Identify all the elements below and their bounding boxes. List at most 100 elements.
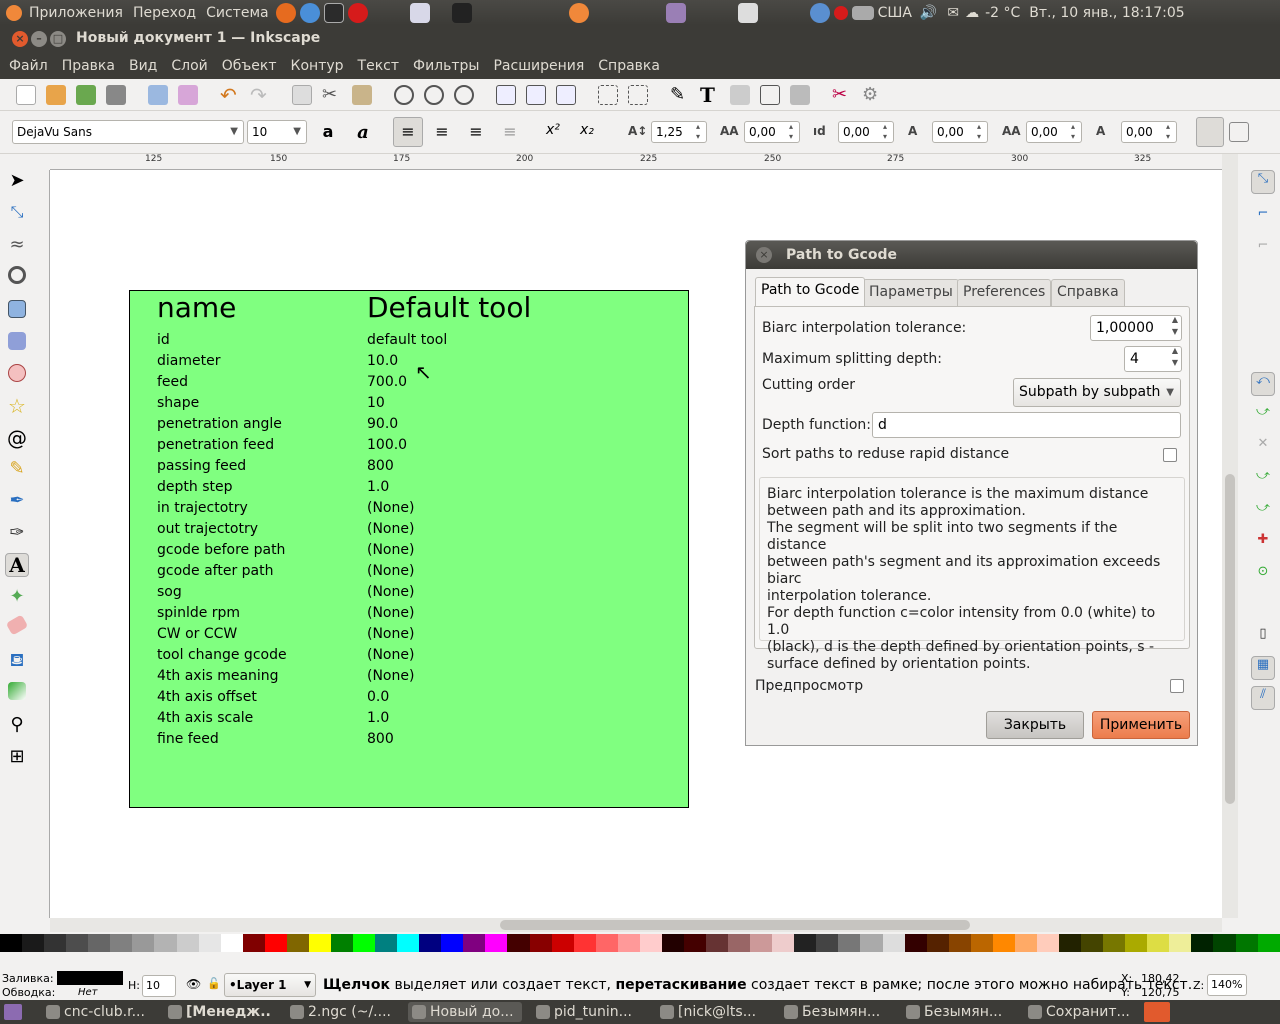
- menu-system[interactable]: Система: [201, 5, 273, 21]
- opera-tray-icon[interactable]: [833, 5, 848, 20]
- menu-filters[interactable]: Фильтры: [406, 58, 486, 74]
- snap-page-icon[interactable]: ▯: [1251, 626, 1275, 650]
- zoom-spin[interactable]: 140%: [1207, 974, 1247, 996]
- param-key[interactable]: shape: [157, 395, 199, 411]
- menu-help[interactable]: Справка: [591, 58, 667, 74]
- italic-icon[interactable]: a: [353, 122, 373, 143]
- param-value[interactable]: (None): [367, 542, 414, 558]
- menu-text[interactable]: Текст: [351, 58, 406, 74]
- rect-tool-icon[interactable]: [8, 300, 26, 318]
- split-depth-spin[interactable]: 4 ▲ ▼: [1124, 346, 1182, 372]
- horizontal-ruler[interactable]: 125 150 175 200 225 250 275 300 325: [50, 154, 1222, 170]
- maximize-window-icon[interactable]: □: [50, 31, 66, 47]
- volume-icon[interactable]: 🔊: [914, 5, 943, 21]
- dialog-titlebar[interactable]: Path to Gcode: [746, 241, 1197, 269]
- param-value[interactable]: 1.0: [367, 479, 389, 495]
- cut-icon[interactable]: ✂: [322, 85, 342, 105]
- superscript-icon[interactable]: x²: [546, 122, 566, 142]
- palette-swatch[interactable]: [463, 934, 486, 952]
- palette-swatch[interactable]: [1213, 934, 1236, 952]
- palette-swatch[interactable]: [970, 934, 993, 952]
- task-ngc[interactable]: 2.ngc (~/....: [286, 1002, 394, 1022]
- menu-places[interactable]: Переход: [128, 5, 201, 21]
- palette-swatch[interactable]: [485, 934, 508, 952]
- fill-stroke-icon[interactable]: ✎: [670, 85, 690, 105]
- palette-swatch[interactable]: [639, 934, 662, 952]
- lock-icon[interactable]: 🔓: [207, 977, 221, 990]
- palette-swatch[interactable]: [1103, 934, 1126, 952]
- spin-arrows-icon[interactable]: ▲ ▼: [1172, 345, 1178, 369]
- palette-swatch[interactable]: [397, 934, 420, 952]
- palette-swatch[interactable]: [948, 934, 971, 952]
- open-icon[interactable]: [46, 85, 66, 105]
- screenshot-icon[interactable]: [737, 2, 758, 23]
- tab-preferences[interactable]: Preferences: [957, 279, 1052, 306]
- kerning-spin[interactable]: 0,00: [932, 121, 988, 143]
- copy-icon[interactable]: [292, 85, 312, 105]
- snap-rotation-center-icon[interactable]: ⊙: [1251, 564, 1275, 588]
- align-distribute-icon[interactable]: [790, 85, 810, 105]
- font-size-combo[interactable]: 10 ▼: [247, 120, 307, 144]
- param-value[interactable]: (None): [367, 668, 414, 684]
- param-key[interactable]: 4th axis offset: [157, 689, 257, 705]
- align-left-icon[interactable]: ≡: [393, 117, 423, 147]
- param-key[interactable]: gcode after path: [157, 563, 274, 579]
- group-icon[interactable]: [598, 85, 618, 105]
- param-key[interactable]: tool change gcode: [157, 647, 287, 663]
- palette-swatch[interactable]: [176, 934, 199, 952]
- vertical-scrollbar[interactable]: [1222, 154, 1238, 918]
- param-key[interactable]: 4th axis scale: [157, 710, 253, 726]
- param-key[interactable]: passing feed: [157, 458, 246, 474]
- pen-tool-icon[interactable]: ✒: [5, 490, 29, 514]
- close-window-icon[interactable]: ×: [12, 31, 28, 47]
- palette-swatch[interactable]: [1081, 934, 1104, 952]
- palette-swatch[interactable]: [904, 934, 927, 952]
- param-value[interactable]: 10: [367, 395, 385, 411]
- snap-path-icon[interactable]: ⤻: [1251, 404, 1275, 428]
- word-spacing-spin[interactable]: 0,00: [838, 121, 894, 143]
- param-value[interactable]: (None): [367, 626, 414, 642]
- align-center-icon[interactable]: ≡: [432, 122, 452, 142]
- layer-select[interactable]: •Layer 1 ▼: [224, 973, 316, 997]
- zoom-drawing-icon[interactable]: [424, 85, 444, 105]
- palette-swatch[interactable]: [1059, 934, 1082, 952]
- tool-table-rect[interactable]: name Default tool id default tool diameter…: [129, 290, 689, 808]
- clone-icon[interactable]: [526, 85, 546, 105]
- zoom-selection-icon[interactable]: [394, 85, 414, 105]
- param-value[interactable]: 10.0: [367, 353, 398, 369]
- redo-icon[interactable]: ↷: [250, 85, 270, 105]
- param-key[interactable]: sog: [157, 584, 182, 600]
- chevron-down-icon[interactable]: ▼: [293, 121, 301, 143]
- inkscape-icon[interactable]: [451, 2, 472, 23]
- opera-icon[interactable]: [347, 2, 368, 23]
- window-titlebar[interactable]: × – □ Новый документ 1 — Inkscape: [0, 25, 1280, 53]
- dialog-close-icon[interactable]: ×: [756, 247, 772, 263]
- star-tool-icon[interactable]: ☆: [5, 394, 29, 418]
- palette-swatch[interactable]: [353, 934, 376, 952]
- stroke-value[interactable]: Нет: [78, 987, 98, 998]
- palette-swatch[interactable]: [220, 934, 243, 952]
- task-terminal[interactable]: [nick@lts...: [656, 1002, 764, 1022]
- palette-swatch[interactable]: [551, 934, 574, 952]
- workspace-switcher[interactable]: [1144, 1002, 1170, 1022]
- menu-extensions[interactable]: Расширения: [486, 58, 591, 74]
- tweak-tool-icon[interactable]: ≈: [5, 234, 29, 258]
- weather-temp[interactable]: -2 °C: [981, 5, 1024, 21]
- palette-swatch[interactable]: [1125, 934, 1148, 952]
- palette-swatch[interactable]: [507, 934, 530, 952]
- opacity-spin[interactable]: 10: [142, 975, 176, 997]
- task-inkscape[interactable]: Новый до...: [408, 1002, 522, 1022]
- layers-icon[interactable]: [730, 85, 750, 105]
- tab-path-to-gcode[interactable]: Path to Gcode: [755, 277, 866, 306]
- eraser-tool-icon[interactable]: [5, 614, 29, 636]
- palette-swatch[interactable]: [728, 934, 751, 952]
- param-key[interactable]: spinlde rpm: [157, 605, 240, 621]
- palette-swatch[interactable]: [926, 934, 949, 952]
- task-untitled-2[interactable]: Безымян...: [902, 1002, 1010, 1022]
- snap-nodes-icon[interactable]: ⤺: [1251, 372, 1275, 396]
- menu-edit[interactable]: Правка: [55, 58, 122, 74]
- palette-swatch[interactable]: [110, 934, 133, 952]
- palette-swatch[interactable]: [1147, 934, 1170, 952]
- depth-function-input[interactable]: d: [872, 412, 1181, 438]
- vertical-shift-spin[interactable]: 0,00: [1026, 121, 1082, 143]
